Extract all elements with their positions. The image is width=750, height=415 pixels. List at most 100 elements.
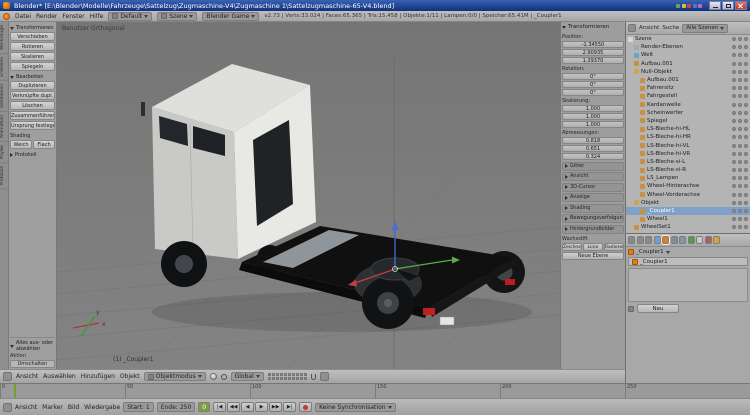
eye-toggle[interactable] xyxy=(732,53,736,58)
collapsed-panel-header[interactable]: Hintergrundbilder xyxy=(562,224,624,234)
render-toggle[interactable] xyxy=(744,53,748,58)
outliner-row[interactable]: Wheel1 xyxy=(626,215,750,223)
tool-shelf-tab[interactable]: Erstellen xyxy=(0,54,8,81)
selectable-toggle[interactable] xyxy=(738,168,742,173)
render-engine-select[interactable]: Blender Game xyxy=(202,11,260,21)
selectable-toggle[interactable] xyxy=(738,159,742,164)
number-field-x[interactable]: 0° xyxy=(562,73,624,80)
selectable-toggle[interactable] xyxy=(738,45,742,50)
outliner-row[interactable]: Objekt xyxy=(626,199,750,207)
tool-shelf-tab[interactable]: Werkzeuge xyxy=(0,22,8,55)
collapsed-panel-header[interactable]: Shading xyxy=(562,203,624,213)
selectable-toggle[interactable] xyxy=(738,127,742,132)
render-toggle[interactable] xyxy=(744,143,748,148)
outliner-row[interactable]: Aufbau.001 xyxy=(626,60,750,68)
timeline-ruler[interactable]: 0 50 100 150 200 250 xyxy=(0,383,750,398)
render-toggle[interactable] xyxy=(744,159,748,164)
tool-shelf-tab[interactable]: Animation xyxy=(0,111,8,142)
render-toggle[interactable] xyxy=(744,151,748,156)
panel-header-transform[interactable]: Transformieren xyxy=(10,25,55,31)
layer-toggle[interactable] xyxy=(295,376,300,381)
number-field-x[interactable]: 0.818 xyxy=(562,137,624,144)
selectable-toggle[interactable] xyxy=(738,176,742,181)
outliner-row[interactable]: Null-Objekt xyxy=(626,68,750,76)
menu-item[interactable]: Bild xyxy=(68,404,79,411)
render-toggle[interactable] xyxy=(744,69,748,74)
outliner-row[interactable]: Scheinwerfer xyxy=(626,109,750,117)
playback-button[interactable]: ▶▶ xyxy=(269,402,283,412)
close-button[interactable] xyxy=(735,1,747,10)
frame-end-field[interactable]: Ende: 250 xyxy=(156,402,196,412)
layer-toggle[interactable] xyxy=(291,376,296,381)
layer-toggle[interactable] xyxy=(275,376,280,381)
tool-button[interactable]: Verknüpfte dupl. xyxy=(10,91,55,100)
layer-toggle[interactable] xyxy=(267,376,272,381)
layer-toggle[interactable] xyxy=(303,372,308,377)
eye-toggle[interactable] xyxy=(732,200,736,205)
tool-shelf-tab[interactable]: Protokoll xyxy=(0,163,8,190)
tool-button[interactable]: Löschen xyxy=(10,101,55,110)
selectable-toggle[interactable] xyxy=(738,61,742,66)
properties-tab[interactable] xyxy=(713,236,720,244)
layer-toggle[interactable] xyxy=(279,372,284,377)
frame-start-field[interactable]: Start: 1 xyxy=(123,402,154,412)
properties-tab[interactable] xyxy=(687,236,695,244)
playhead-marker[interactable] xyxy=(14,384,16,398)
playback-button[interactable]: ▶| xyxy=(283,402,297,412)
playback-button[interactable]: ▶ xyxy=(255,402,269,412)
outliner-view-menu[interactable]: Ansicht xyxy=(639,25,659,31)
eye-toggle[interactable] xyxy=(732,225,736,230)
layer-toggle[interactable] xyxy=(275,372,280,377)
render-toggle[interactable] xyxy=(744,78,748,83)
object-name-field[interactable]: _Coupler1 xyxy=(628,257,748,266)
outliner-display-select[interactable]: Alle Szenen xyxy=(682,23,729,33)
eye-toggle[interactable] xyxy=(732,86,736,91)
layer-toggle[interactable] xyxy=(283,376,288,381)
outliner-row[interactable]: Kardanwelle xyxy=(626,101,750,109)
menu-item[interactable]: Marker xyxy=(42,404,63,411)
number-field-z[interactable]: 1.000 xyxy=(562,121,624,128)
layer-toggle[interactable] xyxy=(279,376,284,381)
menu-item[interactable]: Wiedergabe xyxy=(84,404,120,411)
eye-toggle[interactable] xyxy=(732,143,736,148)
selectable-toggle[interactable] xyxy=(738,143,742,148)
layer-toggle[interactable] xyxy=(287,376,292,381)
outliner-row[interactable]: LS-Bleche-hi-VR xyxy=(626,150,750,158)
gpencil-tool-button[interactable]: Zeichnen xyxy=(562,242,582,251)
tool-shelf-tab[interactable]: Physik xyxy=(0,141,8,164)
collapsed-panel-header[interactable]: Anzeige xyxy=(562,193,624,202)
render-toggle[interactable] xyxy=(744,225,748,230)
maximize-button[interactable] xyxy=(722,1,734,10)
layer-toggle[interactable] xyxy=(287,372,292,377)
sync-mode-select[interactable]: Keine Synchronisation xyxy=(315,402,396,412)
selectable-toggle[interactable] xyxy=(738,102,742,107)
properties-tab[interactable] xyxy=(661,235,670,245)
eye-toggle[interactable] xyxy=(732,94,736,99)
tool-button[interactable]: Rotieren xyxy=(10,42,55,51)
outliner-row[interactable]: WheelSet1 xyxy=(626,223,750,231)
tool-shelf-tab[interactable]: Relationen xyxy=(0,80,8,112)
outliner-row[interactable]: Wheel-Vorderachse xyxy=(626,191,750,199)
eye-toggle[interactable] xyxy=(732,176,736,181)
collapsed-panel-header[interactable]: 3D-Cursor xyxy=(562,182,624,192)
selectable-toggle[interactable] xyxy=(738,78,742,83)
outliner-row[interactable]: Fahrersitz xyxy=(626,84,750,92)
mode-select[interactable]: Objektmodus xyxy=(143,372,206,381)
tool-button[interactable]: Skalieren xyxy=(10,52,55,61)
render-toggle[interactable] xyxy=(744,37,748,42)
layer-toggle[interactable] xyxy=(283,372,288,377)
render-toggle[interactable] xyxy=(744,168,748,173)
panel-header-history[interactable]: Protokoll xyxy=(10,152,55,158)
tool-button[interactable]: Verschieben xyxy=(10,32,55,41)
render-opengl-icon[interactable] xyxy=(320,372,330,381)
render-toggle[interactable] xyxy=(744,61,748,66)
editor-type-icon[interactable] xyxy=(628,24,636,32)
outliner-row[interactable]: LS-Bleche-si-L xyxy=(626,158,750,166)
eye-toggle[interactable] xyxy=(732,78,736,83)
outliner-row[interactable]: Wheel-Hinterachse xyxy=(626,182,750,190)
eye-toggle[interactable] xyxy=(732,159,736,164)
render-toggle[interactable] xyxy=(744,45,748,50)
selectable-toggle[interactable] xyxy=(738,225,742,230)
selectable-toggle[interactable] xyxy=(738,69,742,74)
outliner-row[interactable]: Aufbau.001 xyxy=(626,76,750,84)
